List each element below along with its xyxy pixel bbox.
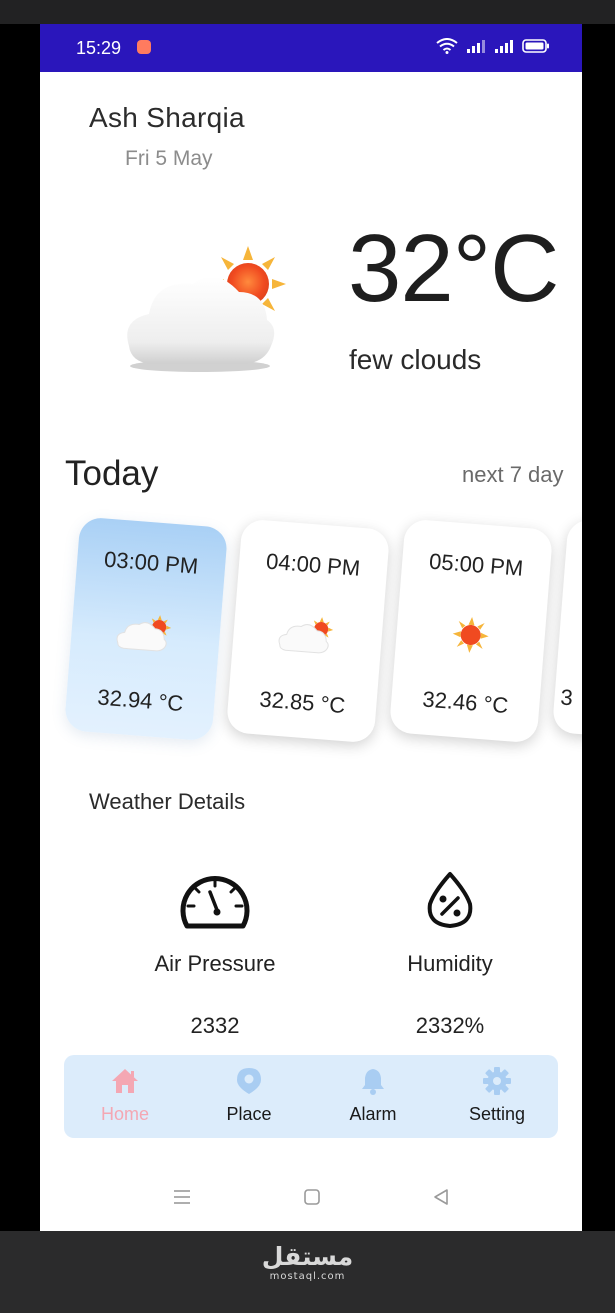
- hourly-temp: 32.85 °C: [258, 686, 347, 719]
- gauge-icon: [180, 876, 250, 929]
- status-bar: 15:29: [40, 24, 582, 72]
- home-icon: [112, 1069, 138, 1093]
- current-date: Fri 5 May: [125, 147, 213, 170]
- hourly-temp: 32.94 °C: [96, 684, 185, 717]
- hourly-time: 05:00 PM: [428, 548, 525, 581]
- weather-condition: few clouds: [349, 344, 482, 375]
- cloud-sun-icon: [70, 606, 221, 664]
- hourly-temp: 3: [559, 684, 574, 711]
- hourly-card[interactable]: 04:00 PM 32.85 °C: [225, 518, 391, 744]
- wifi-icon: [436, 38, 458, 54]
- status-time: 15:29: [76, 38, 122, 58]
- nav-label-home: Home: [100, 1104, 149, 1124]
- nav-label-alarm: Alarm: [349, 1104, 397, 1124]
- screen-record-icon: [137, 40, 151, 54]
- humidity-metric: Humidity 2332%: [350, 868, 550, 1039]
- status-icons: [436, 38, 550, 54]
- hourly-card[interactable]: 3: [551, 518, 582, 744]
- city-name: Ash Sharqia: [89, 102, 245, 133]
- next-7-day-link[interactable]: next 7 day: [462, 462, 564, 488]
- bell-icon: [362, 1069, 384, 1095]
- back-icon[interactable]: [431, 1187, 451, 1207]
- nav-item-place[interactable]: Place: [194, 1067, 304, 1125]
- screen-top-border: [0, 0, 615, 24]
- hourly-card[interactable]: 03:00 PM 32.94 °C: [63, 516, 229, 742]
- location-pin-icon: [237, 1068, 261, 1094]
- system-navigation-bar: [40, 1179, 582, 1219]
- nav-label-setting: Setting: [468, 1104, 526, 1124]
- nav-item-setting[interactable]: Setting: [442, 1067, 552, 1125]
- section-title-today: Today: [65, 454, 159, 493]
- air-pressure-metric: Air Pressure 2332: [115, 868, 315, 1039]
- hourly-time: 03:00 PM: [103, 546, 200, 579]
- humidity-drop-icon: [427, 872, 473, 928]
- air-pressure-label: Air Pressure: [154, 951, 276, 976]
- gear-icon: [483, 1067, 511, 1095]
- battery-icon: [522, 39, 549, 53]
- home-square-icon[interactable]: [302, 1187, 322, 1207]
- hourly-card[interactable]: 05:00 PM 32.46 °C: [388, 518, 554, 744]
- hourly-temp: 32.46 °C: [421, 686, 510, 719]
- hourly-time: 04:00 PM: [265, 548, 362, 581]
- humidity-value: 2332%: [415, 1013, 485, 1038]
- humidity-label: Humidity: [407, 951, 493, 976]
- phone-screen: 15:29 Ash Sharqia Fri 5 May 32°C few clo…: [40, 24, 582, 1231]
- nav-item-home[interactable]: Home: [70, 1067, 180, 1125]
- nav-label-place: Place: [226, 1104, 272, 1124]
- current-temperature: 32°C: [348, 215, 559, 322]
- signal-icon: [467, 40, 485, 53]
- air-pressure-value: 2332: [190, 1013, 240, 1038]
- watermark-arabic: مستقل: [261, 1242, 354, 1271]
- watermark-logo: مستقل mostaql.com: [0, 1243, 615, 1283]
- watermark-url: mostaql.com: [269, 1271, 346, 1282]
- cloud-sun-icon: [232, 608, 383, 666]
- menu-icon[interactable]: [172, 1187, 192, 1207]
- nav-item-alarm[interactable]: Alarm: [318, 1067, 428, 1125]
- sun-icon: [395, 608, 546, 666]
- cloud-sun-icon: [115, 246, 305, 391]
- weather-details-title: Weather Details: [89, 789, 246, 814]
- bottom-navigation: Home Place Alarm Setting: [64, 1055, 558, 1138]
- signal-icon-2: [495, 40, 513, 53]
